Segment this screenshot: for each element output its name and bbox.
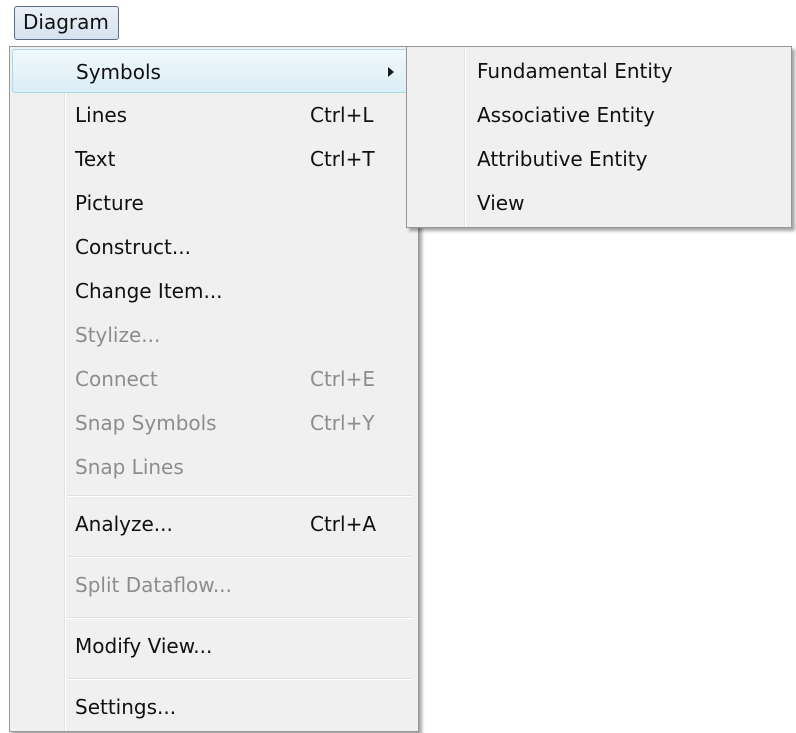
menu-item-analyze[interactable]: Analyze... Ctrl+A (12, 502, 409, 546)
menu-separator (67, 617, 412, 619)
menu-item-label: Picture (75, 191, 144, 215)
menu-item-connect[interactable]: Connect Ctrl+E (12, 357, 409, 401)
menu-item-shortcut: Ctrl+Y (310, 411, 375, 435)
menu-item-lines[interactable]: Lines Ctrl+L (12, 93, 409, 137)
submenu-item-label: Attributive Entity (477, 147, 648, 171)
menu-item-label: Symbols (76, 60, 161, 84)
menu-item-symbols[interactable]: Symbols (12, 49, 409, 93)
menu-separator (67, 678, 412, 680)
menu-item-snap-symbols[interactable]: Snap Symbols Ctrl+Y (12, 401, 409, 445)
diagram-dropdown-menu: Symbols Lines Ctrl+L Text Ctrl+T Picture… (9, 46, 419, 732)
submenu-item-view[interactable]: View (409, 181, 789, 225)
menu-item-construct[interactable]: Construct... (12, 225, 409, 269)
menu-item-label: Snap Lines (75, 455, 184, 479)
menu-item-picture[interactable]: Picture (12, 181, 409, 225)
menu-item-shortcut: Ctrl+T (310, 147, 375, 171)
submenu-item-associative-entity[interactable]: Associative Entity (409, 93, 789, 137)
menu-item-label: Split Dataflow... (75, 573, 232, 597)
menu-item-label: Snap Symbols (75, 411, 217, 435)
submenu-item-attributive-entity[interactable]: Attributive Entity (409, 137, 789, 181)
menu-item-label: Analyze... (75, 512, 173, 536)
menu-separator (67, 495, 412, 497)
diagram-menu-button[interactable]: Diagram (14, 6, 119, 40)
submenu-item-label: View (477, 191, 525, 215)
submenu-item-label: Fundamental Entity (477, 59, 673, 83)
menu-item-label: Stylize... (75, 323, 161, 347)
menu-item-label: Text (75, 147, 116, 171)
menu-item-shortcut: Ctrl+A (310, 512, 377, 536)
menu-item-shortcut: Ctrl+E (310, 367, 375, 391)
menu-item-shortcut: Ctrl+L (310, 103, 374, 127)
menu-item-settings[interactable]: Settings... (12, 685, 409, 729)
menu-item-change-item[interactable]: Change Item... (12, 269, 409, 313)
menu-item-label: Modify View... (75, 634, 213, 658)
menu-item-snap-lines[interactable]: Snap Lines (12, 445, 409, 489)
symbols-submenu: Fundamental Entity Associative Entity At… (406, 46, 792, 228)
menu-item-label: Settings... (75, 695, 177, 719)
menu-item-stylize[interactable]: Stylize... (12, 313, 409, 357)
submenu-item-label: Associative Entity (477, 103, 655, 127)
menu-item-label: Lines (75, 103, 128, 127)
menu-item-label: Change Item... (75, 279, 223, 303)
menu-separator (67, 556, 412, 558)
menu-item-label: Construct... (75, 235, 191, 259)
menu-item-text[interactable]: Text Ctrl+T (12, 137, 409, 181)
menu-item-split-dataflow[interactable]: Split Dataflow... (12, 563, 409, 607)
menu-item-modify-view[interactable]: Modify View... (12, 624, 409, 668)
submenu-item-fundamental-entity[interactable]: Fundamental Entity (409, 49, 789, 93)
submenu-arrow-icon (388, 67, 394, 77)
menu-item-label: Connect (75, 367, 158, 391)
